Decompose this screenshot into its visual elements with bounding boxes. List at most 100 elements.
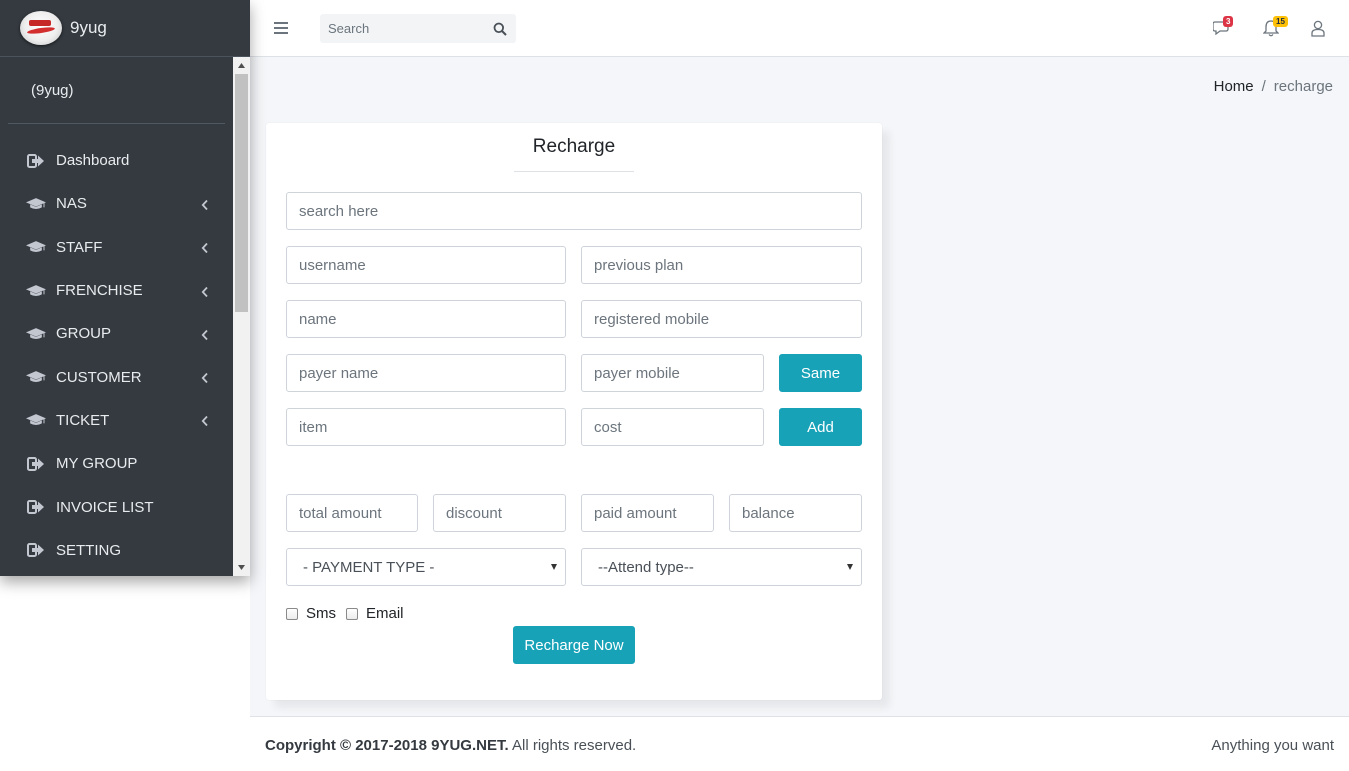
- brand-link[interactable]: 9yug: [0, 0, 250, 57]
- paid-amount-field[interactable]: [581, 494, 714, 532]
- graduation-cap-icon: [26, 237, 46, 257]
- messages-icon[interactable]: 3: [1212, 16, 1234, 38]
- sidebar-item-nas[interactable]: NAS: [0, 182, 233, 225]
- sidebar-item-label: CUSTOMER: [56, 368, 142, 386]
- sidebar-item-label: Dashboard: [56, 152, 130, 170]
- total-amount-field[interactable]: [286, 494, 418, 532]
- payment-type-caret-icon: [551, 564, 557, 570]
- sidebar-item-label: GROUP: [56, 325, 112, 343]
- discount-field[interactable]: [433, 494, 566, 532]
- copyright: Copyright © 2017-2018 9YUG.NET. All righ…: [265, 737, 636, 754]
- attend-type-value: --Attend type--: [598, 558, 694, 576]
- user-name: (9yug): [31, 81, 74, 99]
- username-field[interactable]: [286, 246, 566, 284]
- chevron-left-icon: [201, 414, 211, 427]
- previous-plan-field[interactable]: [581, 246, 862, 284]
- notifications-bell-icon[interactable]: 15: [1261, 16, 1288, 38]
- search-icon[interactable]: [485, 14, 515, 43]
- sidebar-item-label: TICKET: [56, 411, 110, 429]
- sidebar-item-invoice-list[interactable]: INVOICE LIST: [0, 485, 233, 528]
- sidebar-item-label: SETTING: [56, 541, 122, 559]
- search-input[interactable]: [286, 192, 862, 230]
- email-label: Email: [366, 605, 404, 622]
- breadcrumb-separator: /: [1261, 78, 1266, 95]
- company-link[interactable]: 9YUG.NET.: [431, 737, 509, 754]
- breadcrumb-home[interactable]: Home: [1214, 78, 1254, 95]
- payer-mobile-field[interactable]: [581, 354, 764, 392]
- content-wrapper: Home / recharge Recharge Same Add - PAYM…: [250, 57, 1349, 716]
- sidebar-nav: Dashboard NAS STAFF FRENCHISE GROUP CUSTOMER T…: [0, 124, 233, 572]
- sidebar-item-label: MY GROUP: [56, 455, 138, 473]
- recharge-now-button[interactable]: Recharge Now: [513, 626, 635, 664]
- navbar-search-input[interactable]: [320, 14, 485, 43]
- graduation-cap-icon: [26, 281, 46, 301]
- scroll-up-arrow-icon[interactable]: [233, 57, 250, 74]
- graduation-cap-icon: [26, 410, 46, 430]
- balance-field[interactable]: [729, 494, 862, 532]
- footer-tagline: Anything you want: [1211, 737, 1334, 754]
- attend-type-caret-icon: [847, 564, 853, 570]
- sidebar-item-label: STAFF: [56, 238, 103, 256]
- sidebar-item-frenchise[interactable]: FRENCHISE: [0, 269, 233, 312]
- sms-checkbox-box[interactable]: [286, 607, 298, 620]
- rights-text: All rights reserved.: [508, 737, 637, 754]
- item-field[interactable]: [286, 408, 566, 446]
- sidebar: 9yug (9yug) Dashboard NAS STAFF FRENCHISE GR…: [0, 0, 250, 576]
- sign-in-icon: [26, 151, 46, 171]
- payer-name-field[interactable]: [286, 354, 566, 392]
- sidebar-item-ticket[interactable]: TICKET: [0, 399, 233, 442]
- sidebar-scroll-area: (9yug) Dashboard NAS STAFF FRENCHISE GROUP CU…: [0, 57, 233, 576]
- email-checkbox-box[interactable]: [346, 607, 358, 620]
- page-title: Recharge: [532, 136, 616, 157]
- sidebar-item-my-group[interactable]: MY GROUP: [0, 442, 233, 485]
- chevron-left-icon: [201, 241, 211, 254]
- recharge-card: Recharge Same Add - PAYMENT TYPE - --Att…: [266, 123, 882, 700]
- sidebar-item-label: NAS: [56, 195, 87, 213]
- email-checkbox[interactable]: Email: [346, 605, 404, 622]
- messages-badge: 3: [1223, 16, 1234, 27]
- sms-checkbox[interactable]: Sms: [286, 605, 336, 622]
- user-icon[interactable]: [1308, 18, 1328, 38]
- sign-in-icon: [26, 540, 46, 560]
- chevron-left-icon: [201, 371, 211, 384]
- brand-name: 9yug: [70, 18, 107, 37]
- chevron-left-icon: [201, 285, 211, 297]
- payment-type-value: - PAYMENT TYPE -: [303, 558, 435, 576]
- menu-toggle-icon[interactable]: [274, 21, 288, 35]
- sign-in-icon: [26, 497, 46, 517]
- same-button[interactable]: Same: [779, 354, 862, 392]
- payment-type-select[interactable]: - PAYMENT TYPE -: [286, 548, 566, 586]
- scroll-down-arrow-icon[interactable]: [233, 559, 250, 576]
- sidebar-item-dashboard[interactable]: Dashboard: [0, 139, 233, 182]
- top-navbar: 3 15: [250, 0, 1349, 57]
- sidebar-item-customer[interactable]: CUSTOMER: [0, 355, 233, 398]
- brand-logo: [20, 11, 62, 45]
- sms-label: Sms: [306, 605, 336, 622]
- add-button[interactable]: Add: [779, 408, 862, 446]
- sidebar-item-label: INVOICE LIST: [56, 498, 154, 516]
- navbar-search: [320, 14, 516, 43]
- cost-field[interactable]: [581, 408, 764, 446]
- attend-type-select[interactable]: --Attend type--: [581, 548, 862, 586]
- user-panel[interactable]: (9yug): [8, 57, 225, 124]
- sidebar-item-staff[interactable]: STAFF: [0, 226, 233, 269]
- chevron-left-icon: [201, 198, 211, 211]
- sidebar-item-label: FRENCHISE: [56, 282, 143, 300]
- sidebar-scrollbar[interactable]: [233, 57, 250, 576]
- copyright-prefix: Copyright © 2017-2018: [265, 737, 432, 754]
- graduation-cap-icon: [26, 367, 46, 387]
- graduation-cap-icon: [26, 194, 46, 214]
- breadcrumb: Home / recharge: [1214, 78, 1333, 95]
- graduation-cap-icon: [26, 324, 46, 344]
- scrollbar-thumb[interactable]: [235, 74, 248, 312]
- sign-in-icon: [26, 454, 46, 474]
- notifications-badge: 15: [1273, 16, 1288, 27]
- chevron-left-icon: [201, 328, 211, 340]
- sidebar-item-setting[interactable]: SETTING: [0, 529, 233, 572]
- title-divider: [514, 171, 634, 172]
- name-field[interactable]: [286, 300, 566, 338]
- registered-mobile-field[interactable]: [581, 300, 862, 338]
- footer: Copyright © 2017-2018 9YUG.NET. All righ…: [250, 716, 1349, 771]
- sidebar-item-group[interactable]: GROUP: [0, 312, 233, 355]
- breadcrumb-current: recharge: [1273, 78, 1333, 95]
